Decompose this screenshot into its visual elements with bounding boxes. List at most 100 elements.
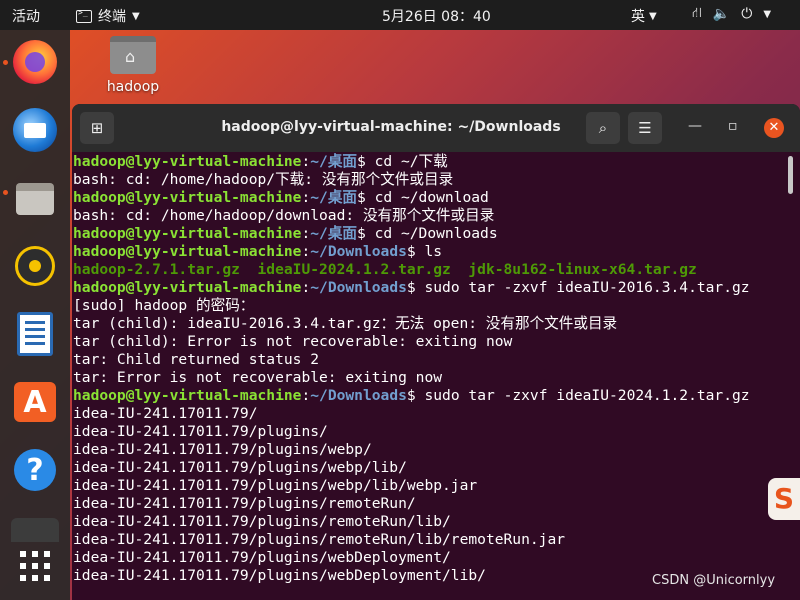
chevron-down-icon: ▼: [649, 10, 657, 22]
terminal-prompt-line: hadoop@lyy-virtual-machine:~/Downloads$ …: [73, 279, 785, 297]
terminal-output[interactable]: hadoop@lyy-virtual-machine:~/桌面$ cd ~/下载…: [73, 153, 785, 600]
terminal-output-line: idea-IU-241.17011.79/plugins/webp/lib/: [73, 459, 785, 477]
prompt-command: cd ~/下载: [365, 153, 448, 170]
dock-item-firefox[interactable]: [11, 38, 59, 86]
terminal-prompt-line: hadoop@lyy-virtual-machine:~/Downloads$ …: [73, 243, 785, 261]
prompt-separator: :: [301, 153, 311, 170]
power-icon: ⏻: [741, 6, 753, 22]
prompt-dollar: $: [357, 153, 366, 170]
terminal-output-line: idea-IU-241.17011.79/plugins/remoteRun/: [73, 495, 785, 513]
running-indicator: [3, 60, 8, 65]
prompt-command: sudo tar -zxvf ideaIU-2016.3.4.tar.gz: [415, 279, 750, 296]
output-text: [sudo] hadoop 的密码：: [73, 297, 255, 314]
rhythmbox-icon: [15, 246, 55, 286]
terminal-output-line: idea-IU-241.17011.79/plugins/webp/lib/we…: [73, 477, 785, 495]
desktop-home-folder[interactable]: hadoop: [103, 36, 163, 95]
close-button[interactable]: ✕: [764, 118, 784, 138]
files-icon: [16, 183, 54, 215]
output-text: idea-IU-241.17011.79/plugins/webp/lib/: [73, 459, 407, 476]
search-button[interactable]: ⌕: [586, 112, 620, 144]
volume-icon: 🔈: [712, 6, 731, 22]
dock-item-app-store[interactable]: A: [11, 378, 59, 426]
prompt-user-host: hadoop@lyy-virtual-machine: [73, 243, 302, 260]
prompt-path: ~/桌面: [310, 225, 358, 242]
dock-item-writer[interactable]: [11, 310, 59, 358]
dock-item-help[interactable]: ?: [11, 446, 59, 494]
help-icon: ?: [14, 449, 56, 491]
sogou-input-icon[interactable]: S: [768, 478, 800, 520]
clock[interactable]: 5月26日 08：40: [382, 6, 491, 26]
prompt-separator: :: [301, 279, 311, 296]
terminal-icon: [76, 8, 92, 23]
running-indicator: [3, 190, 8, 195]
dock-item-thunderbird[interactable]: [11, 106, 59, 154]
output-text: bash: cd: /home/hadoop/download: 没有那个文件或…: [73, 207, 495, 224]
prompt-dollar: $: [406, 387, 416, 404]
prompt-separator: :: [301, 189, 311, 206]
writer-icon: [17, 312, 53, 356]
terminal-output-line: idea-IU-241.17011.79/plugins/remoteRun/l…: [73, 531, 785, 549]
terminal-output-line: idea-IU-241.17011.79/: [73, 405, 785, 423]
prompt-user-host: hadoop@lyy-virtual-machine: [73, 153, 302, 170]
app-menu[interactable]: 终端 ▼: [76, 6, 140, 26]
dock-item-terminal[interactable]: [11, 508, 59, 542]
prompt-dollar: $: [406, 279, 416, 296]
network-icon: ⛙: [692, 5, 702, 21]
top-bar: 活动 终端 ▼ 5月26日 08：40 英 ▼ ⛙ 🔈 ⏻ ▼: [0, 0, 800, 30]
prompt-user-host: hadoop@lyy-virtual-machine: [73, 225, 302, 242]
terminal-output-line: bash: cd: /home/hadoop/下载: 没有那个文件或目录: [73, 171, 785, 189]
thunderbird-icon: [13, 108, 57, 152]
chevron-down-icon: ▼: [132, 10, 140, 22]
terminal-output-line: idea-IU-241.17011.79/plugins/webp/: [73, 441, 785, 459]
prompt-path: ~/Downloads: [310, 279, 407, 296]
activities-button[interactable]: 活动: [12, 6, 40, 26]
terminal-prompt-line: hadoop@lyy-virtual-machine:~/桌面$ cd ~/下载: [73, 153, 785, 171]
output-text: idea-IU-241.17011.79/plugins/webp/lib/we…: [73, 477, 478, 494]
prompt-path: ~/桌面: [310, 153, 358, 170]
maximize-button[interactable]: ▫: [728, 118, 738, 134]
input-method-label: 英: [631, 9, 645, 25]
prompt-command: sudo tar -zxvf ideaIU-2024.1.2.tar.gz: [415, 387, 750, 404]
terminal-output-line: tar: Error is not recoverable: exiting n…: [73, 369, 785, 387]
prompt-separator: :: [301, 225, 311, 242]
desktop-folder-label: hadoop: [106, 79, 160, 95]
chevron-down-icon: ▼: [763, 8, 772, 20]
prompt-path: ~/桌面: [310, 189, 358, 206]
terminal-output-line: idea-IU-241.17011.79/plugins/webDeployme…: [73, 549, 785, 567]
hamburger-menu-icon: ☰: [638, 119, 652, 137]
app-grid-icon: [20, 551, 50, 581]
system-tray[interactable]: ⛙ 🔈 ⏻ ▼: [692, 5, 771, 23]
firefox-icon: [13, 40, 57, 84]
app-store-icon: A: [14, 382, 56, 422]
prompt-dollar: $: [357, 225, 366, 242]
prompt-path: ~/Downloads: [310, 243, 407, 260]
terminal-output-line: tar (child): ideaIU-2016.3.4.tar.gz：无法 o…: [73, 315, 785, 333]
dock-item-rhythmbox[interactable]: [11, 242, 59, 290]
output-text: tar (child): ideaIU-2016.3.4.tar.gz：无法 o…: [73, 315, 618, 332]
output-text: idea-IU-241.17011.79/plugins/webDeployme…: [73, 549, 451, 566]
prompt-separator: :: [301, 387, 311, 404]
terminal-prompt-line: hadoop@lyy-virtual-machine:~/Downloads$ …: [73, 387, 785, 405]
minimize-button[interactable]: —: [688, 118, 702, 134]
home-folder-icon: [110, 36, 156, 74]
terminal-output-line: tar: Child returned status 2: [73, 351, 785, 369]
terminal-output-line: bash: cd: /home/hadoop/download: 没有那个文件或…: [73, 207, 785, 225]
output-text: bash: cd: /home/hadoop/下载: 没有那个文件或目录: [73, 171, 454, 188]
dock: A ?: [0, 30, 70, 600]
prompt-command: cd ~/download: [365, 189, 489, 206]
terminal-output-line: hadoop-2.7.1.tar.gz ideaIU-2024.1.2.tar.…: [73, 261, 785, 279]
watermark: CSDN @Unicornlyy: [652, 573, 776, 588]
scrollbar-thumb[interactable]: [788, 156, 793, 194]
terminal-window: ⊞ hadoop@lyy-virtual-machine: ~/Download…: [72, 104, 800, 600]
prompt-user-host: hadoop@lyy-virtual-machine: [73, 387, 302, 404]
show-apps-button[interactable]: [11, 542, 59, 590]
menu-button[interactable]: ☰: [628, 112, 662, 144]
terminal-prompt-line: hadoop@lyy-virtual-machine:~/桌面$ cd ~/Do…: [73, 225, 785, 243]
terminal-icon: [11, 518, 59, 542]
prompt-dollar: $: [357, 189, 366, 206]
dock-item-files[interactable]: [11, 175, 59, 223]
input-method-menu[interactable]: 英 ▼: [631, 6, 657, 26]
output-text: idea-IU-241.17011.79/: [73, 405, 258, 422]
output-text: idea-IU-241.17011.79/plugins/webDeployme…: [73, 567, 486, 584]
terminal-headerbar: ⊞ hadoop@lyy-virtual-machine: ~/Download…: [72, 104, 800, 152]
